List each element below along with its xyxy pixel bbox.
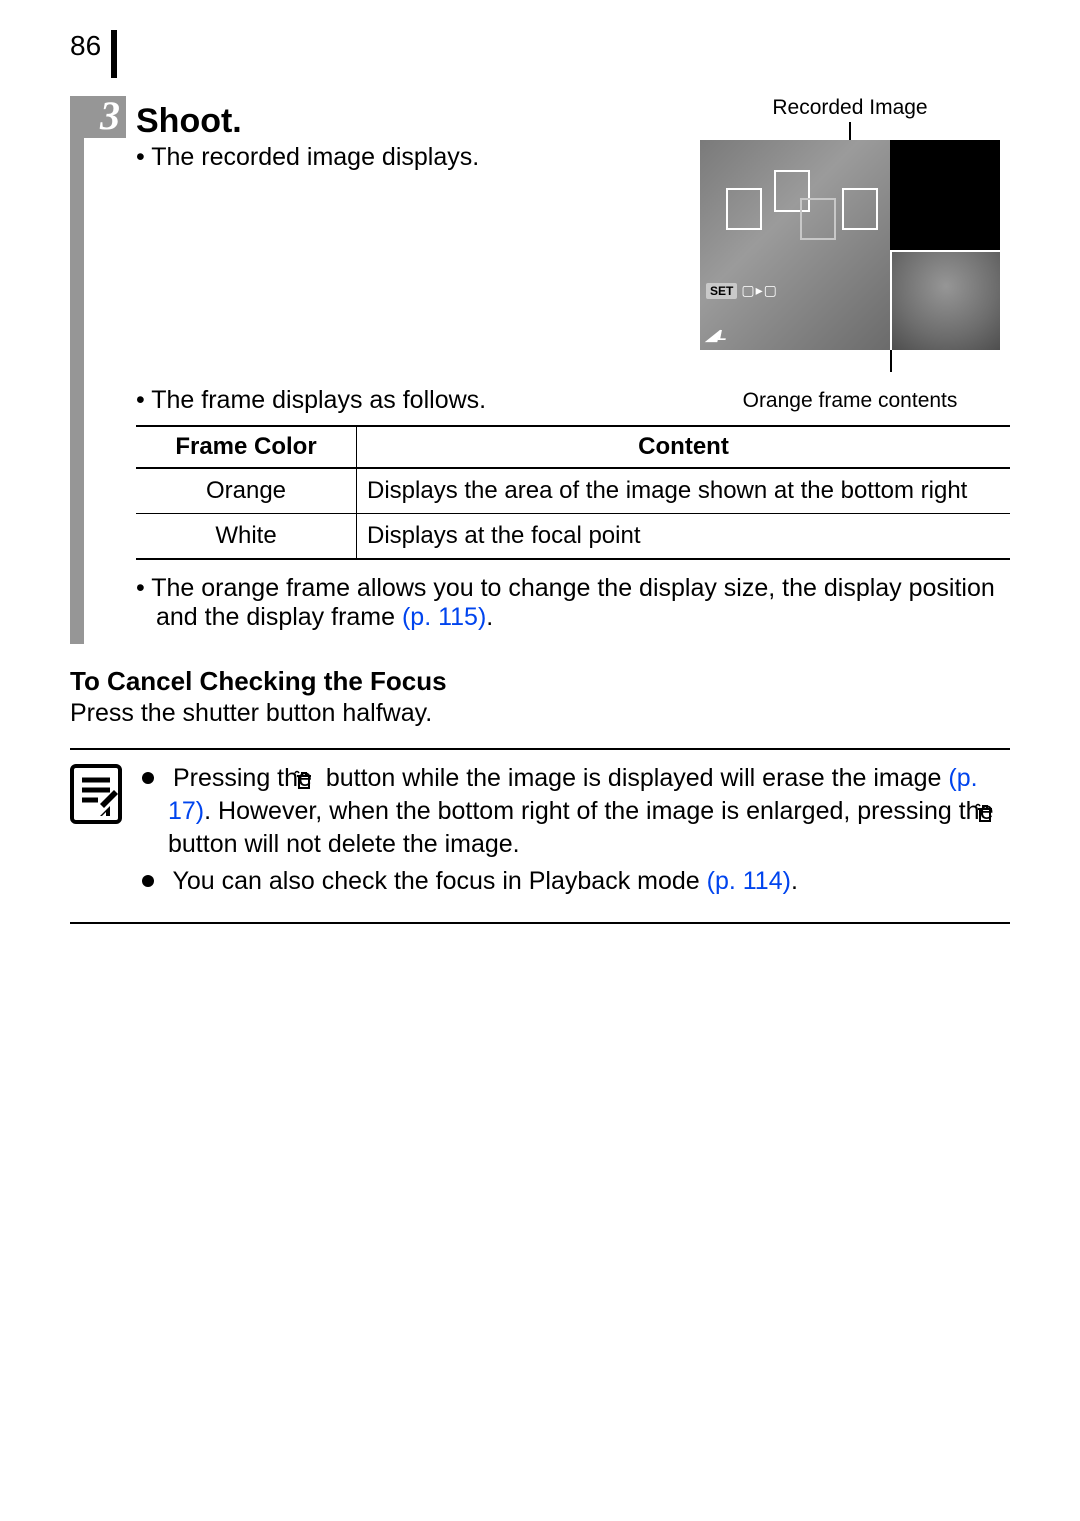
table-head-content: Content	[357, 426, 1011, 468]
note-separator	[70, 922, 1010, 924]
recorded-image-preview: SET ▢▸▢ ◢L	[700, 140, 1000, 350]
frame-color-table: Frame Color Content Orange Displays the …	[136, 425, 1010, 560]
page-number-rule	[111, 30, 117, 78]
step-bullet-1: The recorded image displays.	[136, 143, 662, 172]
page-number: 86	[70, 30, 111, 62]
table-row: White Displays at the focal point	[136, 514, 1010, 560]
focus-frame	[726, 188, 762, 230]
step-bullet-3: The orange frame allows you to change th…	[136, 574, 1010, 632]
cell-content: Displays at the focal point	[357, 514, 1011, 560]
table-head-color: Frame Color	[136, 426, 357, 468]
callout-line	[890, 350, 892, 372]
page-header: 86	[70, 30, 1010, 78]
callout-line	[849, 122, 851, 140]
step-bullet-2: The frame displays as follows.	[136, 386, 660, 415]
step-block: 3 Shoot. The recorded image displays. Re…	[70, 96, 1010, 644]
note-separator	[70, 748, 1010, 750]
note-block: Pressing the button while the image is d…	[70, 764, 1010, 904]
cell-content: Displays the area of the image shown at …	[357, 468, 1011, 514]
cell-color: Orange	[136, 468, 357, 514]
lcd-main-area	[700, 140, 890, 350]
note-item-2: You can also check the focus in Playback…	[142, 867, 1010, 896]
cell-color: White	[136, 514, 357, 560]
cancel-heading: To Cancel Checking the Focus	[70, 666, 1010, 697]
table-row: Orange Displays the area of the image sh…	[136, 468, 1010, 514]
page-ref-link[interactable]: (p. 115)	[402, 603, 486, 631]
cancel-text: Press the shutter button halfway.	[70, 699, 1010, 728]
step-number: 3	[70, 96, 126, 138]
quality-indicator: ◢L	[706, 326, 727, 344]
note-item-1: Pressing the button while the image is d…	[142, 764, 1010, 859]
set-badge: SET	[706, 283, 737, 299]
frame-switch-icon: ▢▸▢	[741, 282, 777, 299]
note-icon	[70, 764, 122, 829]
focus-frame	[842, 188, 878, 230]
lcd-set-indicator: SET ▢▸▢	[706, 282, 778, 299]
img-callout-top: Recorded Image	[690, 96, 1010, 120]
page-ref-link[interactable]: (p. 114)	[707, 867, 791, 895]
focus-frame-orange	[800, 198, 836, 240]
img-callout-bottom: Orange frame contents	[690, 389, 1010, 413]
lcd-zoom-inset	[890, 250, 1000, 350]
step-title: Shoot.	[136, 100, 662, 141]
